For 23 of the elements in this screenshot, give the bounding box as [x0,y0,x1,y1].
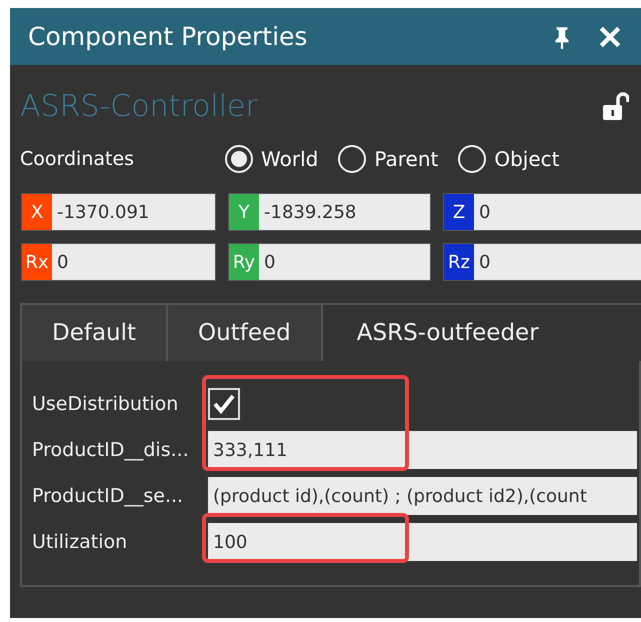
input-field[interactable]: (product id),(count) ; (product id2),(count [208,477,637,515]
property-label: ProductID__se... [31,485,184,507]
coordinate-field[interactable]: Y -1839.258 [228,193,431,231]
radio-option[interactable]: Object [458,145,560,173]
unlocked-lock-icon[interactable] [601,91,629,121]
coordinate-field[interactable]: X -1370.091 [21,193,216,231]
input-field[interactable]: 100 [208,523,637,561]
property-label: UseDistribution [31,393,180,415]
checkbox[interactable] [208,388,240,420]
property-label: ProductID__dis... [31,439,190,461]
radio-option[interactable]: Parent [338,145,438,173]
window-title: Component Properties [28,22,308,51]
input-field[interactable]: 333,111 [208,431,637,469]
coordinate-field[interactable]: Z 0 [443,193,641,231]
radio-option[interactable]: World [225,145,318,173]
component-name: ASRS-Controller [20,88,259,124]
coordinate-field[interactable]: Rz 0 [443,243,641,281]
tab[interactable]: Default [20,303,168,361]
property-label: Utilization [31,531,128,553]
coordinate-field[interactable]: Ry 0 [228,243,431,281]
coordinate-field[interactable]: Rx 0 [21,243,216,281]
coordinates-label: Coordinates [20,148,136,170]
tab[interactable]: Outfeed [166,303,323,361]
